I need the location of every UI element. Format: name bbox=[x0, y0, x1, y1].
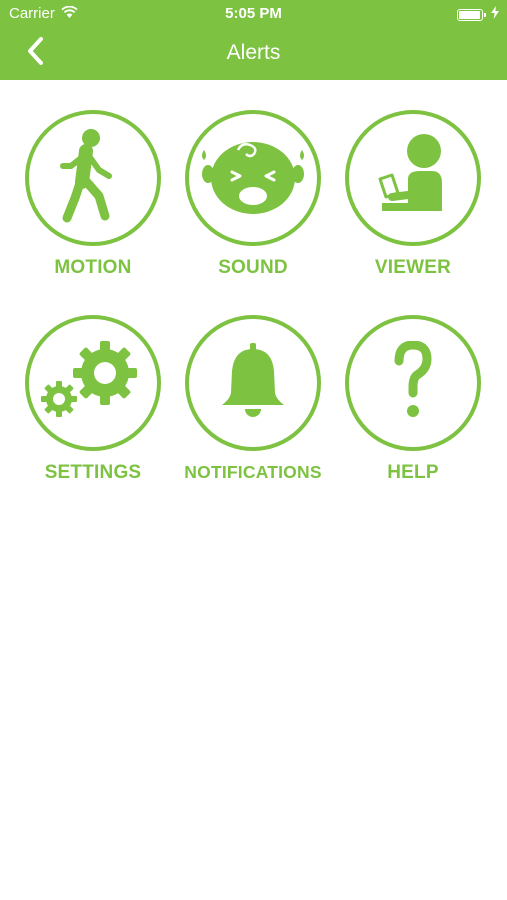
settings-circle bbox=[25, 315, 161, 451]
help-tile[interactable]: HELP bbox=[333, 315, 493, 484]
app-header: Carrier 5:05 PM Alerts bbox=[0, 0, 507, 80]
viewer-label: VIEWER bbox=[374, 257, 452, 278]
battery-group bbox=[457, 6, 499, 23]
help-circle bbox=[345, 315, 481, 451]
viewer-circle bbox=[345, 110, 481, 246]
settings-label: SETTINGS bbox=[44, 462, 142, 483]
viewer-tile[interactable]: VIEWER bbox=[333, 110, 493, 279]
viewer-person-icon bbox=[368, 131, 458, 226]
battery-icon bbox=[457, 8, 486, 21]
question-mark-icon bbox=[393, 340, 433, 426]
motion-circle bbox=[25, 110, 161, 246]
sound-tile[interactable]: SOUND bbox=[173, 110, 333, 279]
status-bar: Carrier 5:05 PM bbox=[0, 0, 507, 28]
bell-icon bbox=[218, 341, 288, 426]
crying-baby-icon bbox=[198, 136, 308, 221]
alerts-grid: MOTION SOUND VIEWER SETTINGS NOTIFICATIO… bbox=[13, 110, 494, 484]
notifications-tile[interactable]: NOTIFICATIONS bbox=[173, 315, 333, 484]
motion-label: MOTION bbox=[54, 257, 132, 278]
motion-tile[interactable]: MOTION bbox=[13, 110, 173, 279]
sound-circle bbox=[185, 110, 321, 246]
help-label: HELP bbox=[387, 462, 439, 483]
navigation-bar: Alerts bbox=[0, 28, 507, 80]
sound-label: SOUND bbox=[218, 257, 288, 278]
status-time: 5:05 PM bbox=[225, 5, 282, 22]
walking-person-icon bbox=[53, 128, 133, 229]
notifications-circle bbox=[185, 315, 321, 451]
lightning-icon bbox=[491, 6, 499, 23]
battery-fill bbox=[459, 10, 480, 19]
gears-icon bbox=[41, 340, 145, 426]
settings-tile[interactable]: SETTINGS bbox=[13, 315, 173, 484]
page-title: Alerts bbox=[226, 41, 281, 64]
notifications-label: NOTIFICATIONS bbox=[184, 462, 322, 482]
